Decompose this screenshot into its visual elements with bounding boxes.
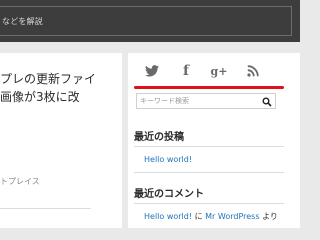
facebook-icon[interactable]: f <box>177 63 195 79</box>
recent-comments-title: 最近のコメント <box>134 189 204 200</box>
recent-posts-divider <box>134 146 284 147</box>
google-plus-icon-glyph: g+ <box>210 64 228 78</box>
facebook-icon-glyph: f <box>182 63 190 79</box>
social-links: f g+ <box>128 53 300 87</box>
site-header: などを解説 <box>0 0 300 42</box>
comment-connector: に <box>194 212 203 221</box>
google-plus-icon[interactable]: g+ <box>208 63 230 79</box>
recent-posts-title: 最近の投稿 <box>134 132 184 143</box>
sidebar: f g+ 最近の投稿 Hello world! 最近のコメント Hello wo… <box>128 53 300 228</box>
search-icon[interactable] <box>261 96 273 107</box>
site-tagline: などを解説 <box>2 16 43 26</box>
recent-comments-divider <box>134 203 284 204</box>
rss-icon[interactable] <box>244 63 262 79</box>
recent-comment-item: Hello world! に Mr WordPress より <box>144 211 278 222</box>
comment-suffix: より <box>262 212 278 221</box>
comment-post-link[interactable]: Hello world! <box>144 212 192 221</box>
post-title-line-1: プレの更新ファイ <box>0 72 97 86</box>
recent-posts-bottom-divider <box>134 172 284 173</box>
twitter-icon[interactable] <box>143 63 161 79</box>
search-input[interactable] <box>137 94 255 108</box>
recent-post-link[interactable]: Hello world! <box>144 155 192 164</box>
post-divider <box>0 208 91 209</box>
post-title-line-2: 画像が3枚に改 <box>0 90 80 104</box>
post-category[interactable]: トプレイス <box>0 176 40 187</box>
comment-author-link[interactable]: Mr WordPress <box>205 212 259 221</box>
main-content: プレの更新ファイ 画像が3枚に改 トプレイス <box>0 53 122 228</box>
annotation-red-underline <box>134 86 284 89</box>
tagline-bar: などを解説 <box>0 6 292 36</box>
post-title-link[interactable]: プレの更新ファイ 画像が3枚に改 <box>0 70 122 106</box>
search-form <box>136 93 276 109</box>
